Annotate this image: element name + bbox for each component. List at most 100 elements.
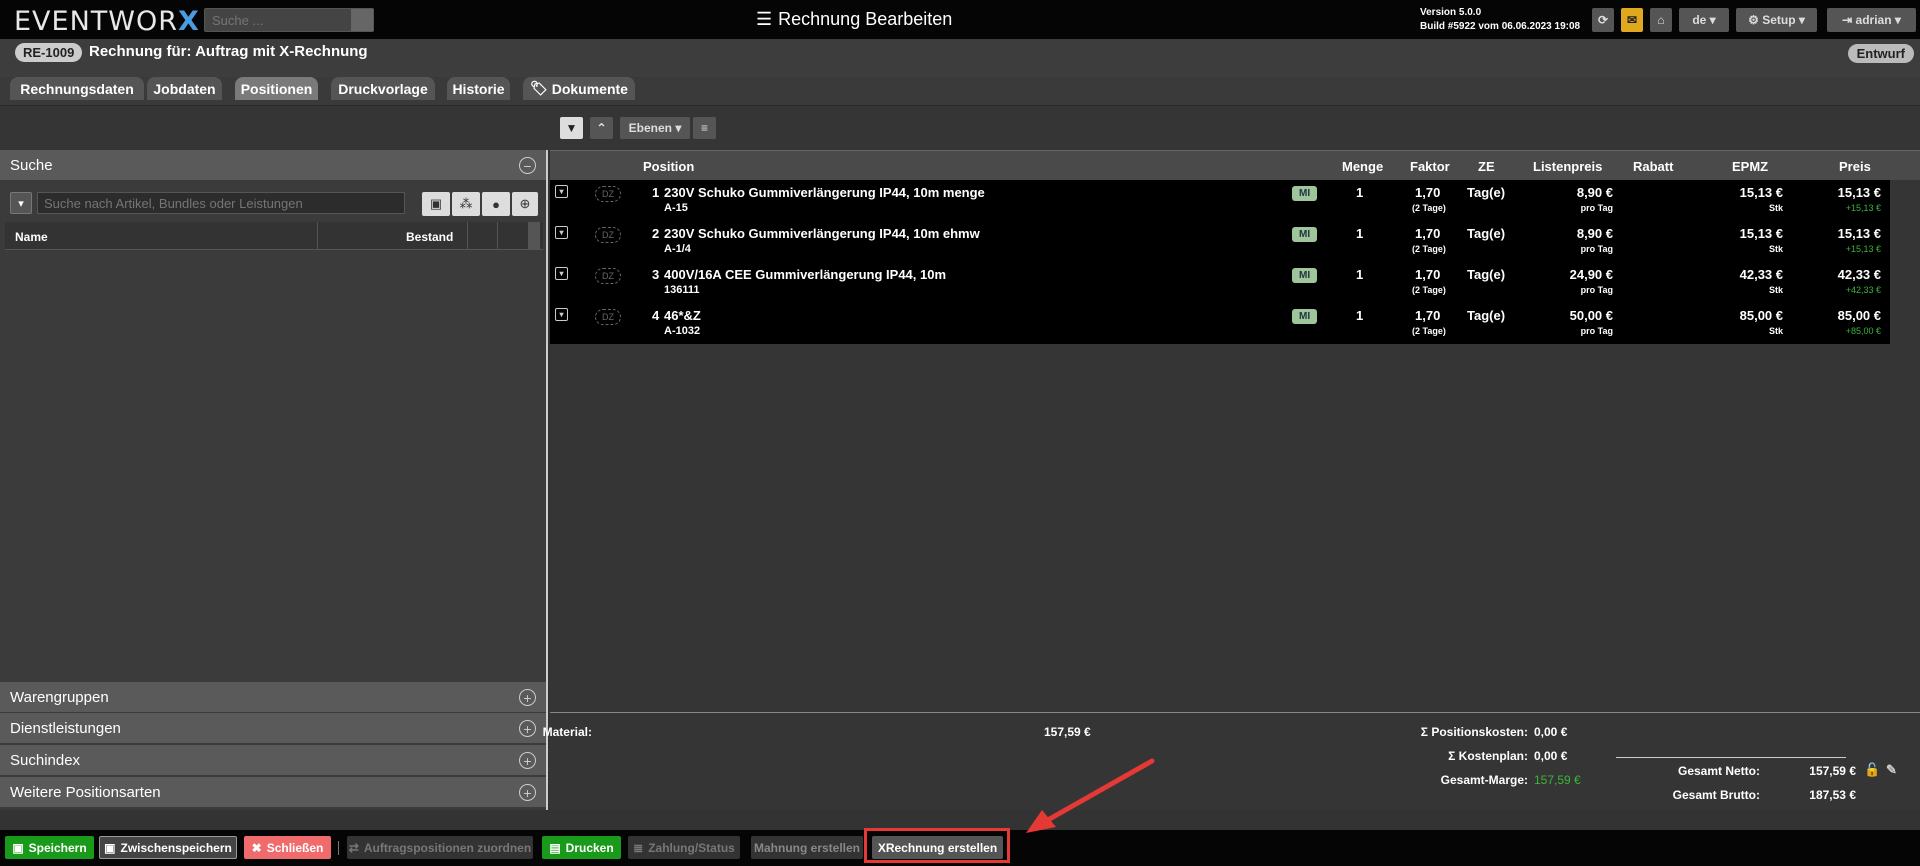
row-lp-sub: pro Tag xyxy=(1580,203,1613,213)
tab-historie[interactable]: Historie xyxy=(447,77,510,100)
collapse-icon[interactable]: − xyxy=(519,157,536,174)
payment-status-button[interactable]: ≣ Zahlung/Status xyxy=(628,836,740,859)
zoom-icon[interactable]: ⊕ xyxy=(512,192,538,216)
col-name[interactable]: Name xyxy=(15,230,48,244)
refresh-icon[interactable]: ⟳ xyxy=(1592,8,1614,32)
global-search[interactable] xyxy=(204,8,374,32)
table-row[interactable]: ▾ DZ 2 230V Schuko Gummiverlängerung IP4… xyxy=(550,221,1890,262)
intermediate-save-button[interactable]: ▣ Zwischenspeichern xyxy=(99,836,237,859)
tab-positionen[interactable]: Positionen xyxy=(235,77,318,100)
col-menge[interactable]: Menge xyxy=(1342,159,1383,174)
row-ze[interactable]: Tag(e) xyxy=(1467,185,1505,200)
col-rabatt[interactable]: Rabatt xyxy=(1633,159,1673,174)
ebenen-select[interactable]: Ebenen ▾ xyxy=(620,117,690,139)
section-suche[interactable]: Suche − xyxy=(0,150,546,180)
row-faktor[interactable]: 1,70 xyxy=(1415,226,1440,241)
dunning-button[interactable]: Mahnung erstellen xyxy=(751,836,863,859)
row-menge[interactable]: 1 xyxy=(1356,308,1363,323)
section-dienstleistungen[interactable]: Dienstleistungen + xyxy=(0,713,546,743)
row-ze[interactable]: Tag(e) xyxy=(1467,308,1505,323)
save-button[interactable]: ▣ Speichern xyxy=(5,836,94,859)
row-epmz[interactable]: 42,33 € xyxy=(1740,267,1783,282)
invoice-title: Rechnung für: Auftrag mit X-Rechnung xyxy=(89,43,368,60)
person-icon[interactable]: ● xyxy=(482,192,510,216)
row-preis[interactable]: 15,13 € xyxy=(1838,226,1881,241)
app-logo[interactable]: EVENTWORX xyxy=(14,6,200,37)
page-title: ☰ Rechnung Bearbeiten xyxy=(756,9,953,29)
row-faktor-sub: (2 Tage) xyxy=(1412,244,1446,254)
gear-icon: ⚙ xyxy=(1748,13,1759,27)
lock-icon[interactable]: 🔓 xyxy=(1864,762,1880,778)
box-icon[interactable]: ▣ xyxy=(422,192,450,216)
row-listenpreis[interactable]: 8,90 € xyxy=(1577,185,1613,200)
col-listenpreis[interactable]: Listenpreis xyxy=(1533,159,1602,174)
row-faktor[interactable]: 1,70 xyxy=(1415,185,1440,200)
dropdown-icon[interactable]: ▾ xyxy=(10,192,32,214)
row-epmz[interactable]: 85,00 € xyxy=(1740,308,1783,323)
col-preis[interactable]: Preis xyxy=(1839,159,1871,174)
row-listenpreis[interactable]: 50,00 € xyxy=(1570,308,1613,323)
mail-icon[interactable]: ✉ xyxy=(1621,8,1643,32)
tab-jobdaten[interactable]: Jobdaten xyxy=(147,77,222,100)
tab-druckvorlage[interactable]: Druckvorlage xyxy=(331,77,435,100)
collapse-icon[interactable]: ⌃ xyxy=(590,117,613,139)
floppy-icon: ▣ xyxy=(104,840,116,855)
search-icon[interactable] xyxy=(351,9,373,31)
row-faktor-sub: (2 Tage) xyxy=(1412,285,1446,295)
table-row[interactable]: ▾ DZ 3 400V/16A CEE Gummiverlängerung IP… xyxy=(550,262,1890,303)
tab-dokumente[interactable]: 🏷 Dokumente xyxy=(523,77,635,100)
row-epmz[interactable]: 15,13 € xyxy=(1740,185,1783,200)
list-view-icon[interactable]: ≡ xyxy=(693,117,716,139)
row-listenpreis[interactable]: 24,90 € xyxy=(1570,267,1613,282)
section-warengruppen[interactable]: Warengruppen + xyxy=(0,682,546,712)
row-dropdown-icon[interactable]: ▾ xyxy=(555,267,568,280)
row-ze[interactable]: Tag(e) xyxy=(1467,226,1505,241)
section-weitere[interactable]: Weitere Positionsarten + xyxy=(0,777,546,807)
row-preis[interactable]: 85,00 € xyxy=(1838,308,1881,323)
close-button[interactable]: ✖ Schließen xyxy=(244,836,331,859)
tab-rechnungsdaten[interactable]: Rechnungsdaten xyxy=(10,77,144,100)
print-button[interactable]: ▤ Drucken xyxy=(542,836,621,859)
row-nr: 4 xyxy=(652,308,660,323)
user-menu[interactable]: ⇥ adrian ▾ xyxy=(1827,8,1916,32)
col-position[interactable]: Position xyxy=(643,159,694,174)
global-search-input[interactable] xyxy=(205,9,350,31)
bundle-icon[interactable]: ⁂ xyxy=(452,192,480,216)
expand-icon[interactable]: + xyxy=(519,689,536,706)
row-menge[interactable]: 1 xyxy=(1356,267,1363,282)
row-menge[interactable]: 1 xyxy=(1356,226,1363,241)
expand-icon[interactable]: + xyxy=(519,784,536,801)
col-epmz[interactable]: EPMZ xyxy=(1732,159,1768,174)
col-faktor[interactable]: Faktor xyxy=(1410,159,1450,174)
table-row[interactable]: ▾ DZ 1 230V Schuko Gummiverlängerung IP4… xyxy=(550,180,1890,221)
row-ze[interactable]: Tag(e) xyxy=(1467,267,1505,282)
col-ze[interactable]: ZE xyxy=(1478,159,1495,174)
setup-menu[interactable]: ⚙ Setup ▾ xyxy=(1736,8,1817,32)
mi-tag: MI xyxy=(1292,227,1318,242)
edit-icon[interactable]: ✎ xyxy=(1886,762,1897,778)
row-dropdown-icon[interactable]: ▾ xyxy=(555,226,568,239)
assign-positions-button[interactable]: ⇄ Auftragspositionen zuordnen xyxy=(347,836,533,859)
row-preis[interactable]: 15,13 € xyxy=(1838,185,1881,200)
scrollbar[interactable] xyxy=(528,222,540,250)
row-preis[interactable]: 42,33 € xyxy=(1838,267,1881,282)
row-listenpreis[interactable]: 8,90 € xyxy=(1577,226,1613,241)
netto-value: 157,59 € xyxy=(1809,764,1856,778)
row-dropdown-icon[interactable]: ▾ xyxy=(555,308,568,321)
filter-icon[interactable]: ▼ xyxy=(560,117,583,139)
article-search-input[interactable] xyxy=(37,192,405,214)
row-faktor[interactable]: 1,70 xyxy=(1415,308,1440,323)
section-suchindex[interactable]: Suchindex + xyxy=(0,745,546,775)
summary-area: Material: 157,59 € Σ Positionskosten: 0,… xyxy=(543,712,1920,810)
row-name: 230V Schuko Gummiverlängerung IP44, 10m … xyxy=(664,226,980,241)
language-select[interactable]: de ▾ xyxy=(1679,8,1729,32)
row-epmz[interactable]: 15,13 € xyxy=(1740,226,1783,241)
row-menge[interactable]: 1 xyxy=(1356,185,1363,200)
home-icon[interactable]: ⌂ xyxy=(1650,8,1672,32)
table-row[interactable]: ▾ DZ 4 46*&Z A-1032 MI 1 1,70 (2 Tage) T… xyxy=(550,303,1890,344)
expand-icon[interactable]: + xyxy=(519,752,536,769)
row-epmz-sub: Stk xyxy=(1768,326,1783,336)
col-bestand[interactable]: Bestand xyxy=(406,230,453,244)
row-faktor[interactable]: 1,70 xyxy=(1415,267,1440,282)
row-dropdown-icon[interactable]: ▾ xyxy=(555,185,568,198)
